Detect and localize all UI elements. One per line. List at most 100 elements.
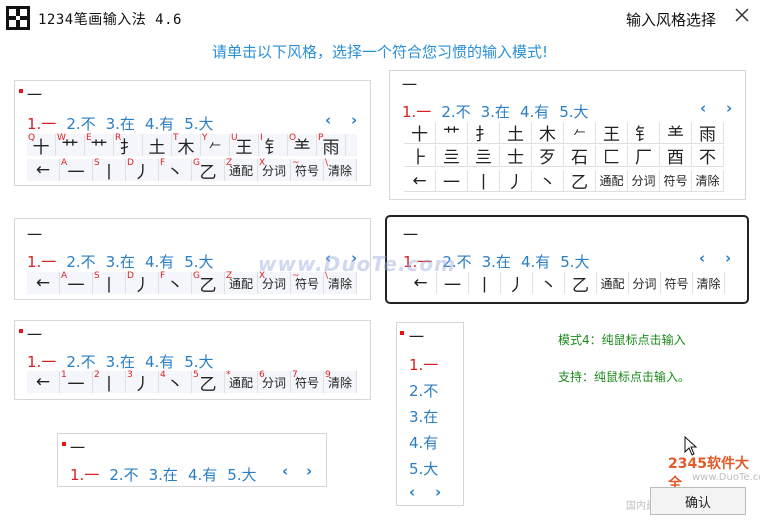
key-label: 分词 <box>261 276 286 291</box>
stroke-key[interactable]: 艹 <box>436 122 468 145</box>
stroke-key[interactable]: 分词 <box>629 272 661 294</box>
stroke-key[interactable]: ~ 符号 <box>291 159 324 181</box>
stroke-key[interactable]: S丨 <box>93 159 126 183</box>
stroke-key[interactable]: 石 <box>564 145 596 168</box>
stroke-key[interactable]: ← <box>27 371 60 393</box>
stroke-key[interactable]: F丶 <box>159 272 192 296</box>
stroke-key[interactable]: G乙 <box>192 272 225 296</box>
stroke-key[interactable]: ← <box>27 159 60 181</box>
close-icon[interactable] <box>734 7 750 23</box>
stroke-key[interactable]: A一 <box>60 159 93 183</box>
stroke-key[interactable]: 雨 <box>692 122 724 145</box>
prev-page-icon[interactable]: ‹ <box>699 249 705 267</box>
key-hint: R <box>115 133 122 143</box>
style-option-6[interactable]: 一 1.一 2.不 3.在 4.有 5.大 ‹ › <box>57 433 327 487</box>
stroke-key[interactable]: T木 <box>172 134 201 158</box>
stroke-key[interactable]: W艹 <box>56 134 85 158</box>
stroke-key[interactable]: ⺷ <box>660 122 692 145</box>
stroke-key[interactable]: 符号 <box>660 170 692 192</box>
stroke-key[interactable]: O ⺷ <box>288 134 317 158</box>
stroke-key[interactable]: Y𠂉 <box>201 134 230 156</box>
style-option-5[interactable]: 一 1.一 2.不 3.在 4.有 5.大 ← 1 一 2 丨 3 丿 4 丶 5 乙 * 通配 6 分词 7… <box>14 320 371 400</box>
prev-page-icon[interactable]: ‹ <box>409 483 415 501</box>
stroke-key[interactable]: G乙 <box>192 159 225 183</box>
stroke-key[interactable]: 亖 <box>468 145 500 168</box>
stroke-key[interactable]: Z 通配 <box>225 159 258 181</box>
next-page-icon[interactable]: › <box>351 111 357 129</box>
stroke-key[interactable]: Z 通配 <box>225 272 258 294</box>
key-label: 丨 <box>475 173 492 193</box>
stroke-key[interactable]: 6 分词 <box>258 371 291 393</box>
stroke-key[interactable]: 一 <box>436 170 468 193</box>
stroke-key[interactable]: 乙 <box>565 272 597 296</box>
stroke-key[interactable]: X 分词 <box>258 159 291 181</box>
stroke-key[interactable]: 2丨 <box>93 371 126 395</box>
stroke-key[interactable]: P雨 <box>317 134 346 158</box>
stroke-key[interactable]: 1一 <box>60 371 93 395</box>
stroke-key[interactable]: ⺊ <box>404 145 436 168</box>
stroke-key[interactable]: R扌 <box>114 133 143 158</box>
stroke-key[interactable]: 丨 <box>469 272 501 296</box>
stroke-key[interactable]: 歹 <box>532 145 564 168</box>
stroke-key[interactable]: ← <box>404 170 436 192</box>
key-label: 丶 <box>166 162 184 183</box>
stroke-key[interactable]: D丿 <box>126 272 159 296</box>
style-option-2[interactable]: 一 1.一 2.不 3.在 4.有 5.大 ‹ › 十艹扌土木 𠂉 王钅⺷雨 ⺊亖亖… <box>389 70 746 200</box>
stroke-key[interactable]: 乙 <box>564 170 596 193</box>
stroke-key[interactable]: 5乙 <box>192 371 225 395</box>
stroke-key[interactable]: 不 <box>692 145 724 168</box>
next-page-icon[interactable]: › <box>726 99 732 117</box>
stroke-key[interactable]: 清除 <box>693 272 725 294</box>
style-option-1[interactable]: 一 1.一 2.不 3.在 4.有 5.大 ‹ › Q十W艹E艹R扌土T木Y𠂉U… <box>14 80 371 186</box>
stroke-key[interactable]: \ 清除 <box>324 159 357 181</box>
stroke-key[interactable]: D丿 <box>126 159 159 183</box>
candidate-4: 4.有 <box>187 466 218 484</box>
stroke-key[interactable]: 丶 <box>532 170 564 193</box>
stroke-key[interactable]: E艹 <box>85 134 114 158</box>
stroke-key[interactable]: 亖 <box>436 145 468 168</box>
stroke-key[interactable]: 扌 <box>468 122 500 145</box>
stroke-key[interactable]: 分词 <box>628 170 660 192</box>
stroke-key[interactable]: 木 <box>532 122 564 145</box>
stroke-key[interactable]: 酉 <box>660 145 692 168</box>
stroke-key[interactable]: S丨 <box>93 272 126 296</box>
candidate-3: 3.在 <box>148 466 178 484</box>
stroke-key[interactable]: A一 <box>60 272 93 296</box>
stroke-key[interactable]: I钅 <box>259 134 288 158</box>
next-page-icon[interactable]: › <box>725 249 731 267</box>
next-page-icon[interactable]: › <box>435 483 441 501</box>
style-option-7[interactable]: 一 1.一 2.不 3.在 4.有 5.大 ‹ › <box>396 322 464 506</box>
prev-page-icon[interactable]: ‹ <box>282 462 288 480</box>
stroke-key[interactable]: 9 清除 <box>324 371 357 393</box>
stroke-key[interactable]: 匚 <box>596 145 628 168</box>
stroke-key[interactable]: 王 <box>596 122 628 145</box>
stroke-key[interactable]: 土 <box>500 122 532 145</box>
stroke-key[interactable]: 丿 <box>500 170 532 193</box>
stroke-key[interactable]: 通配 <box>597 272 629 294</box>
stroke-key[interactable]: Q十 <box>27 134 56 158</box>
prev-page-icon[interactable]: ‹ <box>325 111 331 129</box>
stroke-key[interactable]: * 通配 <box>225 371 258 393</box>
stroke-key[interactable]: 清除 <box>692 170 724 192</box>
stroke-key[interactable]: 厂 <box>628 145 660 168</box>
prev-page-icon[interactable]: ‹ <box>700 99 706 117</box>
stroke-key[interactable]: 丿 <box>501 272 533 296</box>
stroke-key[interactable]: 土 <box>143 134 172 158</box>
stroke-key[interactable]: U王 <box>230 134 259 158</box>
stroke-key[interactable]: 7 符号 <box>291 371 324 393</box>
stroke-key[interactable]: F丶 <box>159 159 192 183</box>
stroke-key[interactable]: 通配 <box>596 170 628 192</box>
stroke-key[interactable]: 十 <box>404 122 436 145</box>
stroke-key[interactable]: ← <box>27 272 60 294</box>
stroke-key[interactable]: 丶 <box>533 272 565 296</box>
stroke-key[interactable]: 4丶 <box>159 371 192 395</box>
key-label: 符号 <box>663 174 688 188</box>
stroke-key[interactable]: 丨 <box>468 170 500 193</box>
stroke-key[interactable]: 士 <box>500 145 532 168</box>
stroke-key[interactable]: 符号 <box>661 272 693 294</box>
confirm-button[interactable]: 确认 <box>650 487 746 515</box>
stroke-key[interactable]: 𠂉 <box>564 122 596 144</box>
stroke-key[interactable]: 钅 <box>628 122 660 145</box>
stroke-key[interactable]: 3丿 <box>126 371 159 395</box>
next-page-icon[interactable]: › <box>306 462 312 480</box>
